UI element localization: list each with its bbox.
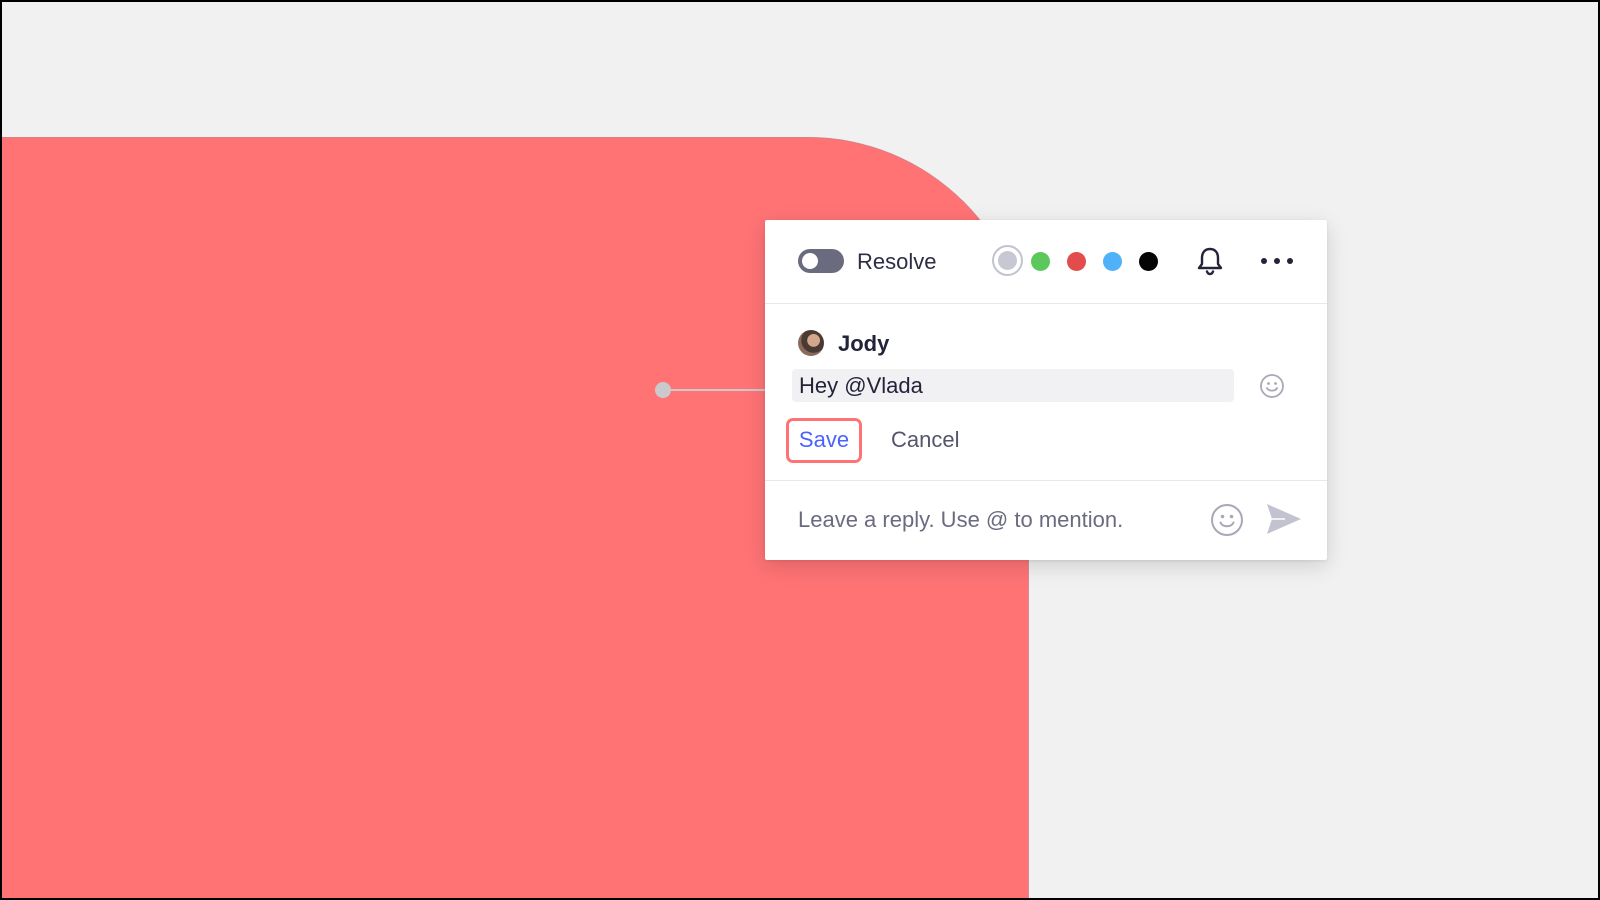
reply-section: Leave a reply. Use @ to mention. [765, 480, 1327, 561]
comment-anchor-dot[interactable] [655, 382, 671, 398]
comment-toolbar: Resolve [765, 220, 1327, 304]
reply-input[interactable]: Leave a reply. Use @ to mention. [798, 503, 1198, 537]
color-swatch-blue[interactable] [1103, 252, 1122, 271]
canvas: Resolve Jody Hey @Vlada Save Cancel Leav… [2, 2, 1598, 898]
more-icon[interactable] [1257, 255, 1297, 267]
author-name: Jody [838, 331, 890, 356]
toggle-knob [802, 253, 818, 269]
comment-edit-field[interactable] [792, 369, 1234, 402]
send-icon[interactable] [1265, 502, 1303, 536]
color-swatch-green[interactable] [1031, 252, 1050, 271]
save-button[interactable]: Save [786, 418, 862, 463]
color-swatch-gray-fill [998, 251, 1017, 270]
avatar [798, 330, 824, 356]
reply-emoji-icon[interactable] [1210, 503, 1244, 537]
comment-card: Resolve Jody Hey @Vlada Save Cancel Leav… [765, 220, 1327, 560]
cancel-button[interactable]: Cancel [891, 421, 959, 459]
emoji-icon[interactable] [1259, 373, 1285, 399]
color-swatch-red[interactable] [1067, 252, 1086, 271]
comment-connector-line [664, 389, 768, 391]
color-swatch-black[interactable] [1139, 252, 1158, 271]
bell-icon[interactable] [1194, 245, 1226, 277]
color-swatch-gray[interactable] [992, 245, 1023, 276]
resolve-toggle[interactable] [798, 249, 844, 273]
resolve-label: Resolve [857, 249, 937, 274]
